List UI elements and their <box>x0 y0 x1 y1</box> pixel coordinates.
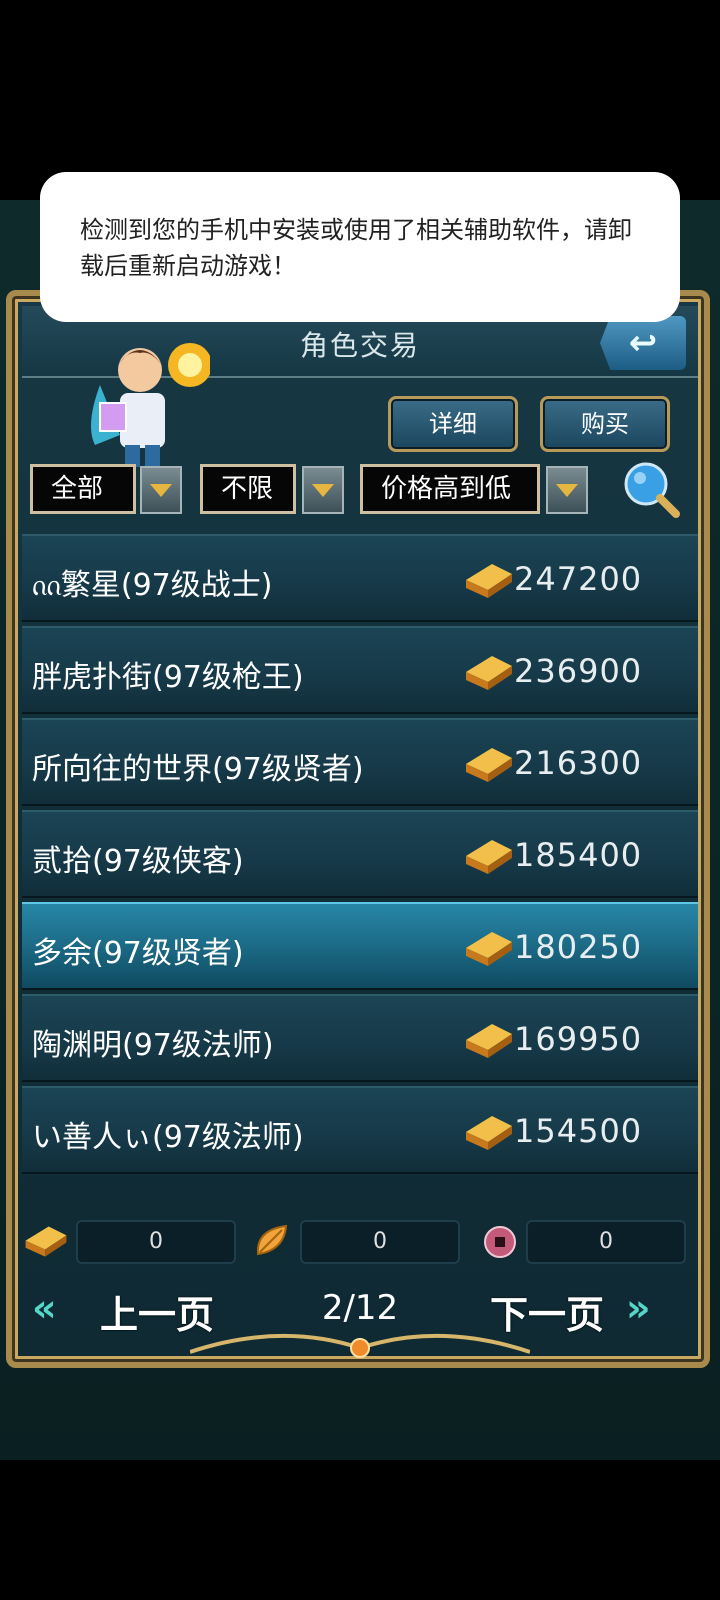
listing-price: 154500 <box>514 1112 643 1150</box>
listing-name: 陶渊明(97级法师) <box>32 1028 274 1063</box>
alert-message: 检测到您的手机中安装或使用了相关辅助软件，请卸载后重新启动游戏！ <box>80 216 632 280</box>
character-avatar <box>91 343 210 467</box>
next-arrows-icon[interactable]: » <box>626 1286 651 1330</box>
sort-order-select[interactable]: 价格高到低 <box>360 464 540 514</box>
security-alert-dialog: 检测到您的手机中安装或使用了相关辅助软件，请卸载后重新启动游戏！ <box>40 172 680 322</box>
listing-price: 185400 <box>514 836 643 874</box>
search-icon[interactable] <box>622 460 680 518</box>
leaf-balance: 0 <box>300 1220 460 1264</box>
listing-name: ᦶ繁星(97级战士) <box>32 568 273 603</box>
gold-ingot-icon <box>466 932 512 966</box>
listing-name: い善人ぃ(97级法师) <box>32 1120 304 1155</box>
listing-row-selected[interactable]: 多余(97级贤者) 180250 <box>22 902 698 990</box>
listing-price: 180250 <box>514 928 643 966</box>
listing-name: 多余(97级贤者) <box>32 936 244 971</box>
leaf-currency-icon <box>256 1224 288 1256</box>
listing-row[interactable]: 陶渊明(97级法师) 169950 <box>22 994 698 1082</box>
listing-price: 236900 <box>514 652 643 690</box>
gold-ingot-icon <box>466 1116 512 1150</box>
level-filter-select[interactable]: 不限 <box>200 464 296 514</box>
sort-order-dropdown-icon[interactable] <box>546 466 588 514</box>
gold-balance: 0 <box>76 1220 236 1264</box>
listing-row[interactable]: 贰拾(97级侠客) 185400 <box>22 810 698 898</box>
listing-row[interactable]: ᦶ繁星(97级战士) 247200 <box>22 534 698 622</box>
gold-ingot-icon <box>466 656 512 690</box>
listing-row[interactable]: 胖虎扑街(97级枪王) 236900 <box>22 626 698 714</box>
listing-price: 169950 <box>514 1020 643 1058</box>
gold-ingot-icon <box>25 1226 67 1257</box>
gold-ingot-icon <box>466 1024 512 1058</box>
back-button[interactable]: ↩ <box>600 316 686 370</box>
coin-currency-icon <box>484 1226 516 1258</box>
listing-row[interactable]: い善人ぃ(97级法师) 154500 <box>22 1086 698 1174</box>
gold-ingot-icon <box>466 748 512 782</box>
buy-button[interactable]: 购买 <box>540 396 670 452</box>
level-filter-dropdown-icon[interactable] <box>302 466 344 514</box>
listing-row[interactable]: 所向往的世界(97级贤者) 216300 <box>22 718 698 806</box>
listing-list: ᦶ繁星(97级战士) 247200 胖虎扑街(97级枪王) 236900 所向往… <box>22 534 698 1178</box>
class-filter-select[interactable]: 全部 <box>30 464 136 514</box>
back-arrow-icon: ↩ <box>628 323 658 363</box>
listing-name: 贰拾(97级侠客) <box>32 844 244 879</box>
gold-ingot-icon <box>466 564 512 598</box>
prev-arrows-icon[interactable]: « <box>32 1286 57 1330</box>
listing-price: 216300 <box>514 744 643 782</box>
coin-balance: 0 <box>526 1220 686 1264</box>
detail-button[interactable]: 详细 <box>388 396 518 452</box>
ornament-divider <box>190 1334 530 1358</box>
listing-price: 247200 <box>514 560 643 598</box>
listing-name: 胖虎扑街(97级枪王) <box>32 660 304 695</box>
listing-name: 所向往的世界(97级贤者) <box>32 752 364 787</box>
class-filter-dropdown-icon[interactable] <box>140 466 182 514</box>
gold-ingot-icon <box>466 840 512 874</box>
